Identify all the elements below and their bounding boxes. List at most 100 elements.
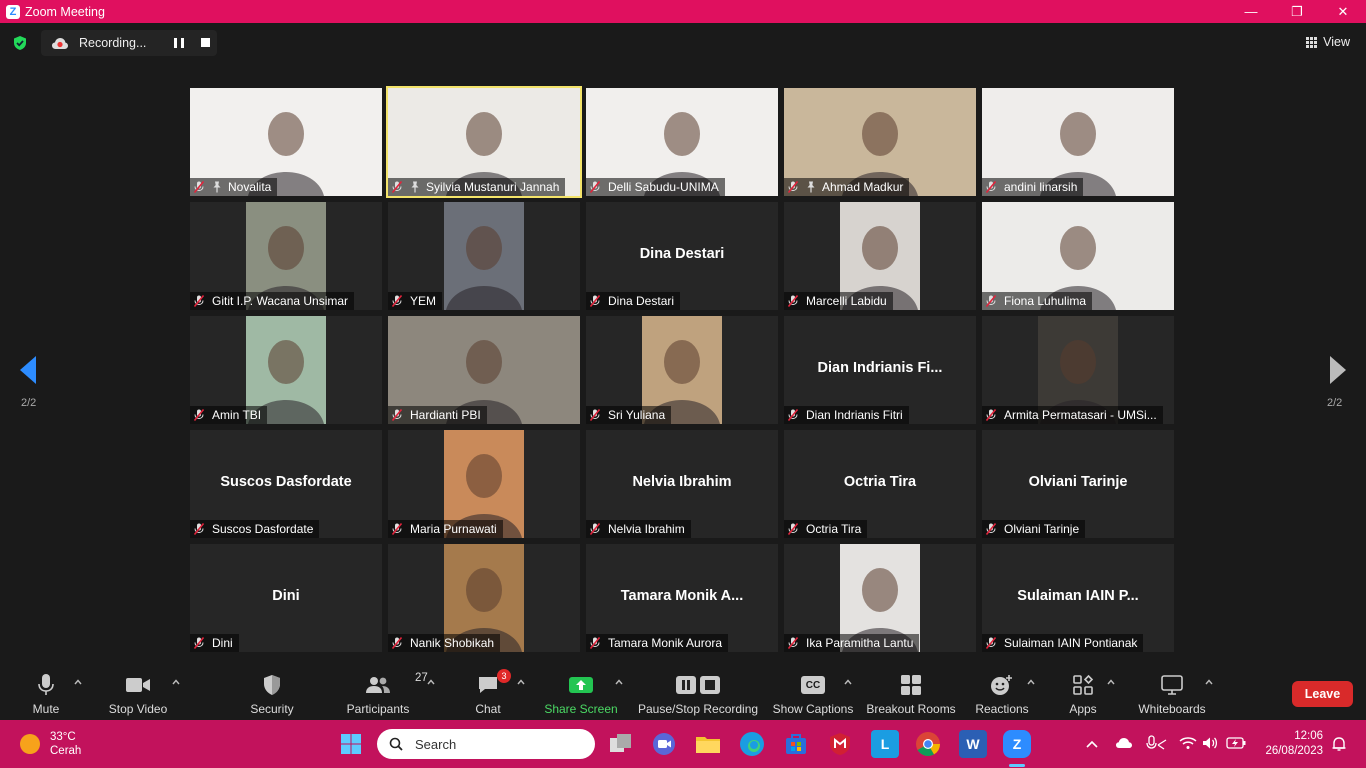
muted-microphone-icon xyxy=(391,294,403,308)
participant-tile[interactable]: Armita Permatasari - UMSi... xyxy=(982,316,1174,424)
audio-options-caret-icon[interactable] xyxy=(74,678,82,686)
participant-tile[interactable]: YEM xyxy=(388,202,580,310)
participant-tile[interactable]: Nelvia Ibrahim Nelvia Ibrahim xyxy=(586,430,778,538)
pause-recording-button[interactable] xyxy=(174,38,184,48)
share-screen-button[interactable]: Share Screen xyxy=(544,664,618,719)
breakout-rooms-button[interactable]: Breakout Rooms xyxy=(866,664,956,719)
notification-bell-icon[interactable] xyxy=(1331,736,1347,752)
whiteboards-button[interactable]: Whiteboards xyxy=(1136,664,1208,719)
wifi-icon[interactable] xyxy=(1179,736,1197,750)
participant-tile[interactable]: Maria Purnawati xyxy=(388,430,580,538)
participant-name: Amin TBI xyxy=(212,408,262,422)
mute-label: Mute xyxy=(32,702,60,716)
participant-tile[interactable]: Suscos Dasfordate Suscos Dasfordate xyxy=(190,430,382,538)
sun-weather-icon xyxy=(20,734,40,754)
chat-options-caret-icon[interactable] xyxy=(517,678,525,686)
participant-tile[interactable]: Sri Yuliana xyxy=(586,316,778,424)
volume-speaker-icon[interactable] xyxy=(1202,736,1218,750)
leave-button[interactable]: Leave xyxy=(1292,681,1353,707)
participant-display-name: Octria Tira xyxy=(843,474,917,490)
chat-button[interactable]: 3 Chat xyxy=(472,664,511,719)
windows-taskbar: 33°C Cerah Search L W Z 12:06 26/08/2023 xyxy=(0,720,1366,768)
meet-video-icon[interactable] xyxy=(651,732,677,756)
encryption-shield-icon[interactable] xyxy=(12,35,28,51)
edge-browser-icon[interactable] xyxy=(739,731,765,757)
participant-tile[interactable]: Dian Indrianis Fi... Dian Indrianis Fitri xyxy=(784,316,976,424)
reactions-options-caret-icon[interactable] xyxy=(1027,678,1035,686)
view-button[interactable]: View xyxy=(1306,35,1350,49)
microsoft-store-icon[interactable] xyxy=(783,732,809,756)
whiteboards-options-caret-icon[interactable] xyxy=(1205,678,1213,686)
page-indicator-left: 2/2 xyxy=(21,397,37,409)
muted-microphone-icon xyxy=(787,408,799,422)
participant-tile[interactable]: andini linarsih xyxy=(982,88,1174,196)
participant-name-label: Hardianti PBI xyxy=(388,406,487,424)
muted-microphone-icon xyxy=(193,408,205,422)
chrome-browser-icon[interactable] xyxy=(915,731,941,757)
participant-tile[interactable]: Gitit I.P. Wacana Unsimar xyxy=(190,202,382,310)
participant-name: Armita Permatasari - UMSi... xyxy=(1004,408,1157,422)
participant-tile[interactable]: Ahmad Madkur xyxy=(784,88,976,196)
show-captions-label: Show Captions xyxy=(772,702,854,716)
participant-tile[interactable]: Octria Tira Octria Tira xyxy=(784,430,976,538)
taskbar-search-box[interactable]: Search xyxy=(377,729,595,759)
l-app-icon[interactable]: L xyxy=(871,730,899,758)
participant-tile[interactable]: Marcelli Labidu xyxy=(784,202,976,310)
tray-overflow-chevron-icon[interactable] xyxy=(1085,738,1099,750)
previous-page-arrow-icon[interactable] xyxy=(18,355,38,385)
minimize-button[interactable]: — xyxy=(1228,0,1274,23)
participant-tile[interactable]: Fiona Luhulima xyxy=(982,202,1174,310)
participant-tile[interactable]: Ika Paramitha Lantu xyxy=(784,544,976,652)
reactions-button[interactable]: Reactions xyxy=(975,664,1029,719)
participant-tile[interactable]: Novalita xyxy=(190,88,382,196)
share-screen-arrow-icon xyxy=(569,677,593,693)
apps-button[interactable]: Apps xyxy=(1064,664,1102,719)
page-indicator-right: 2/2 xyxy=(1327,397,1343,409)
onedrive-cloud-icon[interactable] xyxy=(1115,736,1133,750)
participant-tile[interactable]: Amin TBI xyxy=(190,316,382,424)
zoom-app-icon[interactable]: Z xyxy=(1003,730,1031,758)
security-button[interactable]: Security xyxy=(248,664,296,719)
participant-tile[interactable]: Syilvia Mustanuri Jannah xyxy=(386,86,582,198)
participant-tile[interactable]: Olviani Tarinje Olviani Tarinje xyxy=(982,430,1174,538)
video-options-caret-icon[interactable] xyxy=(172,678,180,686)
weather-widget[interactable]: 33°C Cerah xyxy=(20,730,81,758)
task-view-icon[interactable] xyxy=(608,732,634,756)
next-page-arrow-icon[interactable] xyxy=(1328,355,1348,385)
word-app-icon[interactable]: W xyxy=(959,730,987,758)
restore-button[interactable]: ❐ xyxy=(1274,0,1320,23)
view-label: View xyxy=(1323,35,1350,49)
participant-tile[interactable]: Dina Destari Dina Destari xyxy=(586,202,778,310)
file-explorer-icon[interactable] xyxy=(695,732,721,756)
participant-tile[interactable]: Delli Sabudu-UNIMA xyxy=(586,88,778,196)
apps-label: Apps xyxy=(1069,702,1097,716)
close-button[interactable]: ✕ xyxy=(1320,0,1366,23)
participant-tile[interactable]: Nanik Shobikah xyxy=(388,544,580,652)
participant-tile[interactable]: Tamara Monik A... Tamara Monik Aurora xyxy=(586,544,778,652)
participant-tile[interactable]: Sulaiman IAIN P... Sulaiman IAIN Pontiana… xyxy=(982,544,1174,652)
participants-options-caret-icon[interactable] xyxy=(427,678,435,686)
captions-options-caret-icon[interactable] xyxy=(844,678,852,686)
battery-charging-icon[interactable] xyxy=(1226,737,1246,749)
stop-video-button[interactable]: Stop Video xyxy=(106,664,170,719)
participants-button[interactable]: 27 Participants xyxy=(345,664,428,719)
participant-display-name: Dini xyxy=(272,588,300,604)
reactions-label: Reactions xyxy=(975,702,1029,716)
system-clock[interactable]: 12:06 26/08/2023 xyxy=(1265,729,1323,759)
mute-button[interactable]: Mute xyxy=(28,664,64,719)
search-icon xyxy=(389,737,403,751)
participant-tile[interactable]: Dini Dini xyxy=(190,544,382,652)
zoom-logo-icon: Z xyxy=(6,4,20,19)
participant-name: Hardianti PBI xyxy=(410,408,481,422)
apps-options-caret-icon[interactable] xyxy=(1107,678,1115,686)
participant-name-label: Marcelli Labidu xyxy=(784,292,893,310)
participant-tile[interactable]: Hardianti PBI xyxy=(388,316,580,424)
share-options-caret-icon[interactable] xyxy=(615,678,623,686)
windows-start-icon[interactable] xyxy=(340,733,362,755)
pause-stop-recording-button[interactable]: Pause/Stop Recording xyxy=(638,664,758,719)
muted-microphone-icon xyxy=(193,294,205,308)
stop-recording-button[interactable] xyxy=(201,38,210,47)
mcafee-shield-icon[interactable] xyxy=(827,732,853,756)
microphone-tray-icon[interactable] xyxy=(1145,735,1167,753)
show-captions-button[interactable]: CC Show Captions xyxy=(772,664,854,719)
